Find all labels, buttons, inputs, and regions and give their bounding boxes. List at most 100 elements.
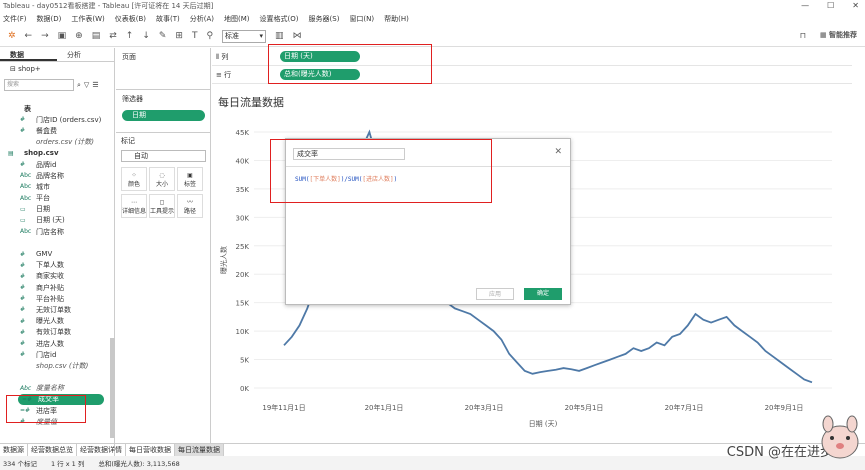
sort-asc-icon[interactable]: ↑ — [126, 31, 134, 41]
mark-button[interactable]: ⋯ 详细信息 — [121, 194, 147, 218]
field-label: 门店ID (orders.csv) — [36, 115, 102, 124]
chevron-down-icon: ▾ — [259, 31, 264, 40]
back-icon[interactable]: ← — [25, 31, 33, 41]
y-tick-label: 0K — [240, 385, 249, 393]
tab-data[interactable]: 数据 — [0, 48, 57, 61]
field-item[interactable]: # 商户补贴 — [0, 282, 110, 293]
presentation-icon[interactable]: ⊓ — [800, 31, 806, 40]
field-item[interactable] — [0, 372, 110, 383]
menu-item[interactable]: 地图(M) — [224, 14, 250, 24]
field-label: 门店id — [36, 350, 57, 359]
group-icon[interactable]: ⊞ — [175, 31, 183, 41]
menu-item[interactable]: 仪表板(B) — [115, 14, 146, 24]
field-item[interactable]: ▭ 日期 — [0, 204, 110, 215]
mark-button[interactable]: 〰路径 — [177, 194, 203, 218]
tableau-logo-icon[interactable]: ✲ — [8, 31, 16, 41]
field-item[interactable]: # 门店id — [0, 349, 110, 360]
new-sheet-icon[interactable]: ▤ — [92, 31, 101, 41]
mark-button[interactable]: ⁘ 颜色 — [121, 167, 147, 191]
ok-button[interactable]: 确定 — [524, 288, 562, 300]
field-item[interactable]: # GMV — [0, 248, 110, 259]
filter-pill-date[interactable]: 日期 — [122, 110, 205, 121]
field-label: 门店名称 — [36, 227, 64, 236]
field-item[interactable]: 表 — [0, 103, 110, 114]
sheet-tab[interactable]: 经营数据详情 — [77, 443, 126, 457]
search-icon[interactable]: ⌕ — [77, 81, 81, 90]
menu-bar: 文件(F) 数据(D) 工作表(W) 仪表板(B) 故事(T) 分析(A) 地图(M) 设置格… — [0, 12, 865, 25]
field-item[interactable]: # 有效订单数 — [0, 327, 110, 338]
label-icon[interactable]: T — [192, 31, 198, 41]
pin-icon[interactable]: ⚲ — [206, 31, 213, 41]
minimize-icon[interactable]: — — [801, 1, 809, 10]
smart-recommend-button[interactable]: ▦ 智能推荐 — [820, 30, 857, 40]
sheet-tab[interactable]: 经营数据总览 — [28, 443, 77, 457]
apply-button[interactable]: 应用 — [476, 288, 514, 300]
y-axis-label: 曝光人数 — [219, 246, 228, 274]
forward-icon[interactable]: → — [41, 31, 49, 41]
field-item[interactable]: # 曝光人数 — [0, 316, 110, 327]
field-item[interactable]: # 品牌id — [0, 159, 110, 170]
menu-item[interactable]: 服务器(S) — [309, 14, 340, 24]
dialog-close-icon[interactable]: ✕ — [554, 147, 562, 157]
menu-item[interactable]: 故事(T) — [156, 14, 180, 24]
menu-item[interactable]: 工作表(W) — [71, 14, 104, 24]
field-item[interactable]: # 无效订单数 — [0, 304, 110, 315]
field-label: 平台补贴 — [36, 294, 64, 303]
mark-button[interactable]: ▣ 标签 — [177, 167, 203, 191]
menu-item[interactable]: 设置格式(O) — [260, 14, 299, 24]
sort-desc-icon[interactable]: ↓ — [142, 31, 150, 41]
field-label: 有效订单数 — [36, 328, 71, 337]
field-item[interactable]: # 下单人数 — [0, 260, 110, 271]
sheet-tab[interactable]: 数据源 — [0, 443, 28, 457]
search-input[interactable]: 搜索 — [4, 79, 74, 91]
field-item[interactable]: # 门店ID (orders.csv) — [0, 114, 110, 125]
save-icon[interactable]: ▣ — [58, 31, 67, 41]
y-tick-label: 5K — [240, 357, 249, 365]
field-item[interactable]: orders.csv (计数) — [0, 137, 110, 148]
cards-pane: 页面 筛选器 日期 标记 自动 ⁘ 颜色 ◌ 大小 ▣ 标签 ⋯ 详细信息 ◻ 工具提示〰路径 — [116, 48, 211, 456]
y-tick-label: 30K — [236, 214, 250, 222]
fit-select[interactable]: 标准 ▾ — [222, 29, 267, 43]
menu-item[interactable]: 窗口(N) — [349, 14, 374, 24]
x-tick-label: 20年7月1日 — [665, 403, 704, 412]
field-item[interactable]: # 平台补贴 — [0, 293, 110, 304]
menu-item[interactable]: 帮助(H) — [384, 14, 409, 24]
mark-button-label: 工具提示 — [150, 208, 175, 215]
field-type-icon: ▤ — [8, 149, 14, 157]
filters-card: 筛选器 日期 — [116, 89, 211, 127]
field-item[interactable]: Abc 度量名称 — [0, 383, 110, 394]
field-item[interactable]: shop.csv (计数) — [0, 360, 110, 371]
mark-type-select[interactable]: 自动 — [121, 150, 206, 162]
columns-label-text: 列 — [221, 52, 229, 61]
sheet-tab[interactable]: 每日营收数据 — [126, 443, 175, 457]
sheet-tab[interactable]: 每日流量数据 — [175, 443, 224, 457]
filter-icon[interactable]: ▽ — [84, 81, 89, 89]
highlight-icon[interactable]: ✎ — [159, 31, 167, 41]
field-item[interactable]: Abc 城市 — [0, 181, 110, 192]
field-item[interactable]: Abc 品牌名称 — [0, 170, 110, 181]
mark-button[interactable]: ◌ 大小 — [149, 167, 175, 191]
list-icon[interactable]: ☰ — [92, 81, 98, 89]
field-item[interactable]: ▤ shop.csv — [0, 148, 110, 159]
field-item[interactable]: # 进店人数 — [0, 338, 110, 349]
menu-item[interactable]: 分析(A) — [190, 14, 214, 24]
close-icon[interactable]: ✕ — [852, 1, 859, 10]
maximize-icon[interactable]: ☐ — [827, 1, 834, 10]
field-item[interactable]: Abc 门店名称 — [0, 226, 110, 237]
smart-recommend-label: 智能推荐 — [829, 31, 857, 39]
scrollbar[interactable] — [110, 338, 115, 438]
datasource-item[interactable]: ⊟ shop+ — [0, 62, 114, 76]
tab-analysis[interactable]: 分析 — [57, 48, 114, 61]
swap-icon[interactable]: ⇄ — [109, 31, 117, 41]
share-icon[interactable]: ⋈ — [293, 31, 302, 41]
field-item[interactable]: ▭ 日期 (天) — [0, 215, 110, 226]
field-item[interactable]: # 商家实收 — [0, 271, 110, 282]
field-item[interactable] — [0, 237, 110, 248]
card-icon[interactable]: ▥ — [275, 31, 284, 41]
mark-button[interactable]: ◻ 工具提示 — [149, 194, 175, 218]
menu-item[interactable]: 数据(D) — [37, 14, 62, 24]
new-datasource-icon[interactable]: ⊕ — [75, 31, 83, 41]
menu-item[interactable]: 文件(F) — [3, 14, 27, 24]
field-item[interactable]: Abc 平台 — [0, 193, 110, 204]
field-item[interactable]: # 餐盒费 — [0, 125, 110, 136]
